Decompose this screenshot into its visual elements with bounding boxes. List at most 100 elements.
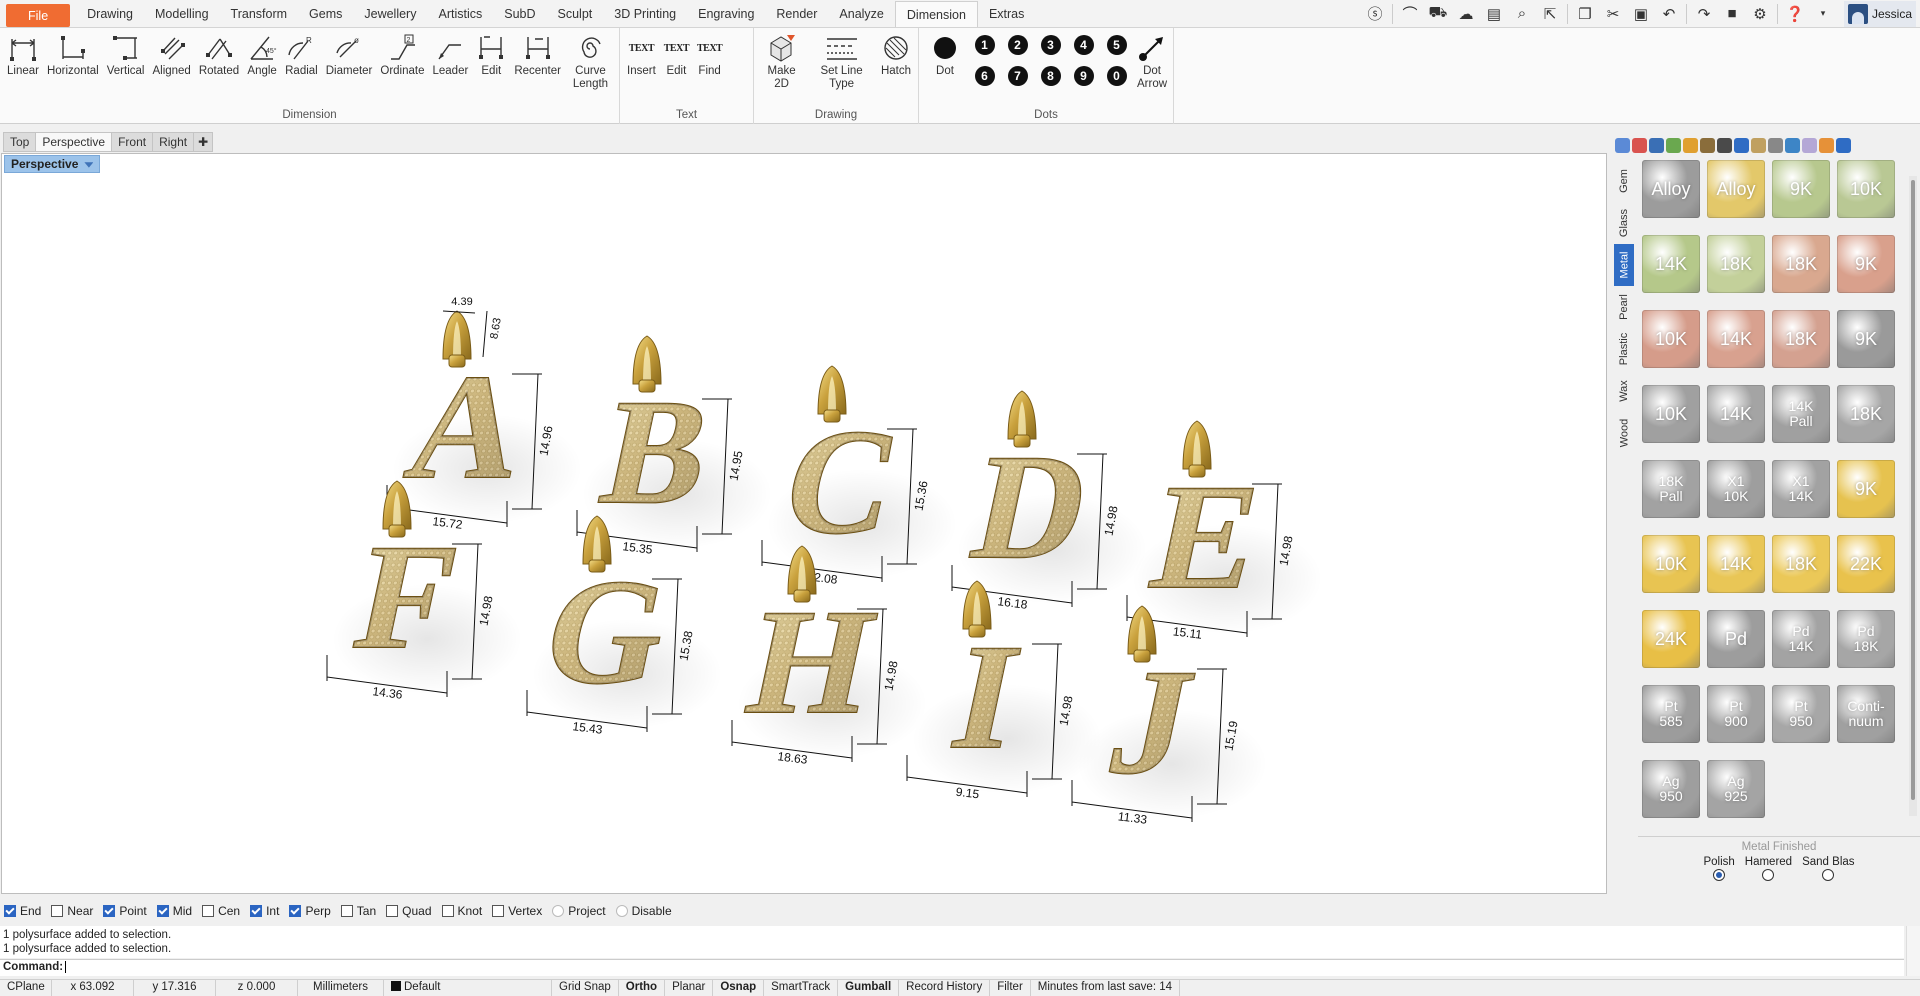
dot-number-0[interactable]: 0 — [1106, 66, 1127, 86]
material-swatch[interactable]: 9K — [1837, 235, 1895, 293]
panel-tool-icon[interactable] — [1836, 138, 1851, 153]
osnap-knot[interactable]: Knot — [441, 904, 482, 918]
status-toggle-planar[interactable]: Planar — [665, 980, 714, 996]
checkbox[interactable] — [386, 905, 399, 917]
viewport-tab-right[interactable]: Right — [152, 132, 194, 152]
material-swatch[interactable]: Alloy — [1707, 160, 1765, 218]
curve-tool-icon[interactable]: ⌒ — [1399, 3, 1421, 25]
viewport-tab-top[interactable]: Top — [3, 132, 36, 152]
material-swatch[interactable]: 18K — [1772, 235, 1830, 293]
panel-tool-icon[interactable] — [1700, 138, 1715, 153]
material-swatch[interactable]: Pt 585 — [1642, 685, 1700, 743]
save-icon[interactable]: ■ — [1721, 3, 1743, 25]
osnap-project[interactable]: Project — [552, 904, 606, 918]
finish-option-polish[interactable]: Polish — [1703, 856, 1735, 881]
checkbox[interactable] — [51, 905, 64, 917]
osnap-quad[interactable]: Quad — [386, 904, 432, 918]
material-swatch[interactable]: 14K — [1642, 235, 1700, 293]
side-tab-gem[interactable]: Gem — [1614, 160, 1634, 202]
material-scrollbar[interactable] — [1909, 176, 1917, 816]
checkbox[interactable] — [289, 905, 302, 917]
tab-gems[interactable]: Gems — [298, 0, 353, 27]
cplane-indicator[interactable]: CPlane — [0, 980, 52, 996]
tab-analyze[interactable]: Analyze — [828, 0, 894, 27]
material-swatch[interactable]: 9K — [1772, 160, 1830, 218]
checkbox[interactable] — [492, 905, 505, 917]
side-tab-wax[interactable]: Wax — [1614, 370, 1634, 412]
panel-tool-icon[interactable] — [1734, 138, 1749, 153]
material-swatch[interactable]: Pd — [1707, 610, 1765, 668]
paste-icon[interactable]: ▣ — [1630, 3, 1652, 25]
status-toggle-grid-snap[interactable]: Grid Snap — [552, 980, 619, 996]
car-icon[interactable]: ⛟ — [1427, 3, 1449, 25]
viewport-title[interactable]: Perspective — [4, 155, 101, 173]
material-swatch[interactable]: Conti- nuum — [1837, 685, 1895, 743]
panel-tool-icon[interactable] — [1751, 138, 1766, 153]
polish-radio[interactable] — [1713, 869, 1726, 881]
status-toggle-filter[interactable]: Filter — [990, 980, 1031, 996]
panel-tool-icon[interactable] — [1666, 138, 1681, 153]
tab-3d-printing[interactable]: 3D Printing — [603, 0, 687, 27]
material-swatch[interactable]: X1 14K — [1772, 460, 1830, 518]
options-icon[interactable]: ⚙ — [1749, 3, 1771, 25]
tab-render[interactable]: Render — [765, 0, 828, 27]
dot-number-9[interactable]: 9 — [1073, 66, 1094, 86]
tab-dimension[interactable]: Dimension — [894, 1, 978, 27]
material-swatch[interactable]: 9K — [1837, 460, 1895, 518]
pendant-e[interactable]: EE15.1114.98 — [1126, 420, 1322, 642]
material-swatch[interactable]: Ag 925 — [1707, 760, 1765, 818]
osnap-tan[interactable]: Tan — [340, 904, 376, 918]
checkbox[interactable] — [441, 905, 454, 917]
material-swatch[interactable]: 14K — [1707, 385, 1765, 443]
units-indicator[interactable]: Millimeters — [298, 980, 384, 996]
osnap-perp[interactable]: Perp — [289, 904, 331, 918]
pendant-g[interactable]: GG15.4315.38 — [526, 515, 722, 737]
panel-tool-icon[interactable] — [1768, 138, 1783, 153]
side-tab-metal[interactable]: Metal — [1614, 244, 1634, 286]
material-swatch[interactable]: 18K — [1707, 235, 1765, 293]
material-swatch[interactable]: Pt 950 — [1772, 685, 1830, 743]
side-tab-glass[interactable]: Glass — [1614, 202, 1634, 244]
material-swatch[interactable]: 10K — [1642, 310, 1700, 368]
status-toggle-ortho[interactable]: Ortho — [619, 980, 666, 996]
chevron-down-icon[interactable]: ▾ — [1812, 3, 1834, 25]
file-menu[interactable]: File — [6, 4, 71, 27]
pendant-a[interactable]: AA15.7214.964.398.63 — [386, 296, 582, 532]
material-swatch[interactable]: 24K — [1642, 610, 1700, 668]
material-swatch[interactable]: 14K Pall — [1772, 385, 1830, 443]
pendant-c[interactable]: CC12.0815.36 — [761, 365, 957, 587]
panel-tool-icon[interactable] — [1615, 138, 1630, 153]
material-swatch[interactable]: 18K — [1772, 535, 1830, 593]
checkbox[interactable] — [156, 905, 169, 917]
dot-number-1[interactable]: 1 — [974, 35, 995, 55]
clapper-icon[interactable]: ▤ — [1483, 3, 1505, 25]
undo-icon[interactable]: ↶ — [1658, 3, 1680, 25]
microphone-icon[interactable]: ⌕ — [1511, 3, 1533, 25]
dot-number-8[interactable]: 8 — [1040, 66, 1061, 86]
material-swatch[interactable]: 22K — [1837, 535, 1895, 593]
perspective-viewport[interactable]: A A 15.72 14.96 4.39 8.63 B B 15.35 14.95 C C 12.08 1… — [1, 153, 1607, 894]
dot-number-5[interactable]: 5 — [1106, 35, 1127, 55]
help-icon[interactable]: ❓ — [1784, 3, 1806, 25]
side-tab-pearl[interactable]: Pearl — [1614, 286, 1634, 328]
cloud-icon[interactable]: ☁ — [1455, 3, 1477, 25]
script-icon[interactable]: ⓢ — [1364, 3, 1386, 25]
checkbox[interactable] — [250, 905, 263, 917]
panel-tool-icon[interactable] — [1819, 138, 1834, 153]
checkbox[interactable] — [340, 905, 353, 917]
checkbox[interactable] — [615, 905, 628, 917]
tab-subd[interactable]: SubD — [493, 0, 546, 27]
status-toggle-smarttrack[interactable]: SmartTrack — [764, 980, 839, 996]
material-swatch[interactable]: X1 10K — [1707, 460, 1765, 518]
osnap-disable[interactable]: Disable — [615, 904, 672, 918]
osnap-vertex[interactable]: Vertex — [492, 904, 542, 918]
material-swatch[interactable]: 18K — [1837, 385, 1895, 443]
sand-blas-radio[interactable] — [1822, 869, 1835, 881]
checkbox[interactable] — [552, 905, 565, 917]
dot-number-2[interactable]: 2 — [1007, 35, 1028, 55]
panel-tool-icon[interactable] — [1649, 138, 1664, 153]
pendant-d[interactable]: DD16.1814.98 — [951, 390, 1147, 612]
panel-tool-icon[interactable] — [1785, 138, 1800, 153]
osnap-point[interactable]: Point — [103, 904, 147, 918]
panel-tool-icon[interactable] — [1683, 138, 1698, 153]
